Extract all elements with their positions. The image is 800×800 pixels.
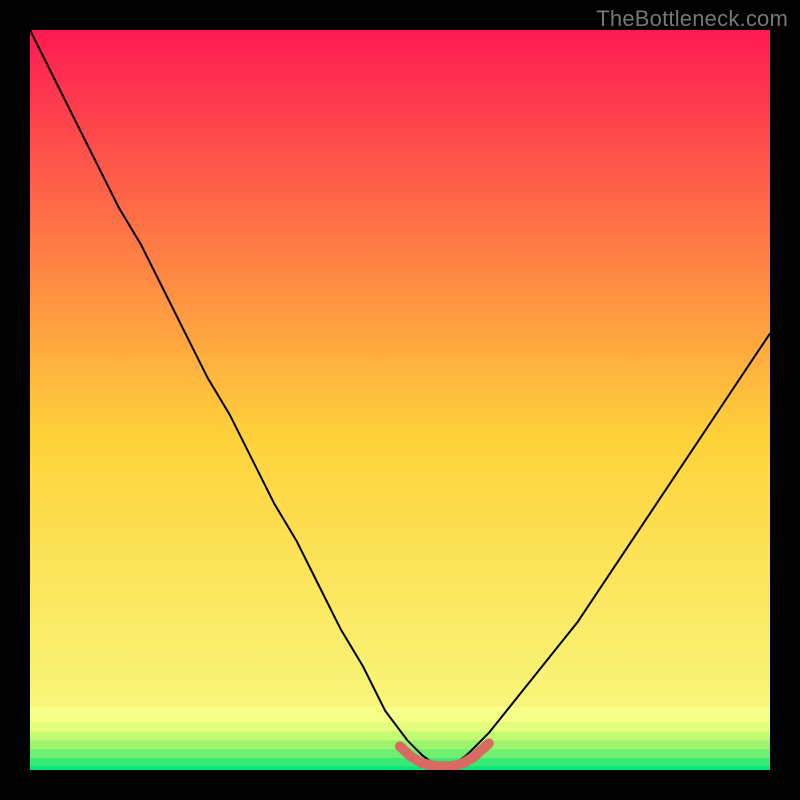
bottom-color-bands [30,707,770,770]
chart-frame: TheBottleneck.com [0,0,800,800]
color-band [30,758,770,767]
bottleneck-chart [30,30,770,770]
watermark-text: TheBottleneck.com [596,6,788,32]
color-band [30,766,770,770]
plot-background [30,30,770,770]
color-band [30,707,770,722]
color-band [30,732,770,741]
